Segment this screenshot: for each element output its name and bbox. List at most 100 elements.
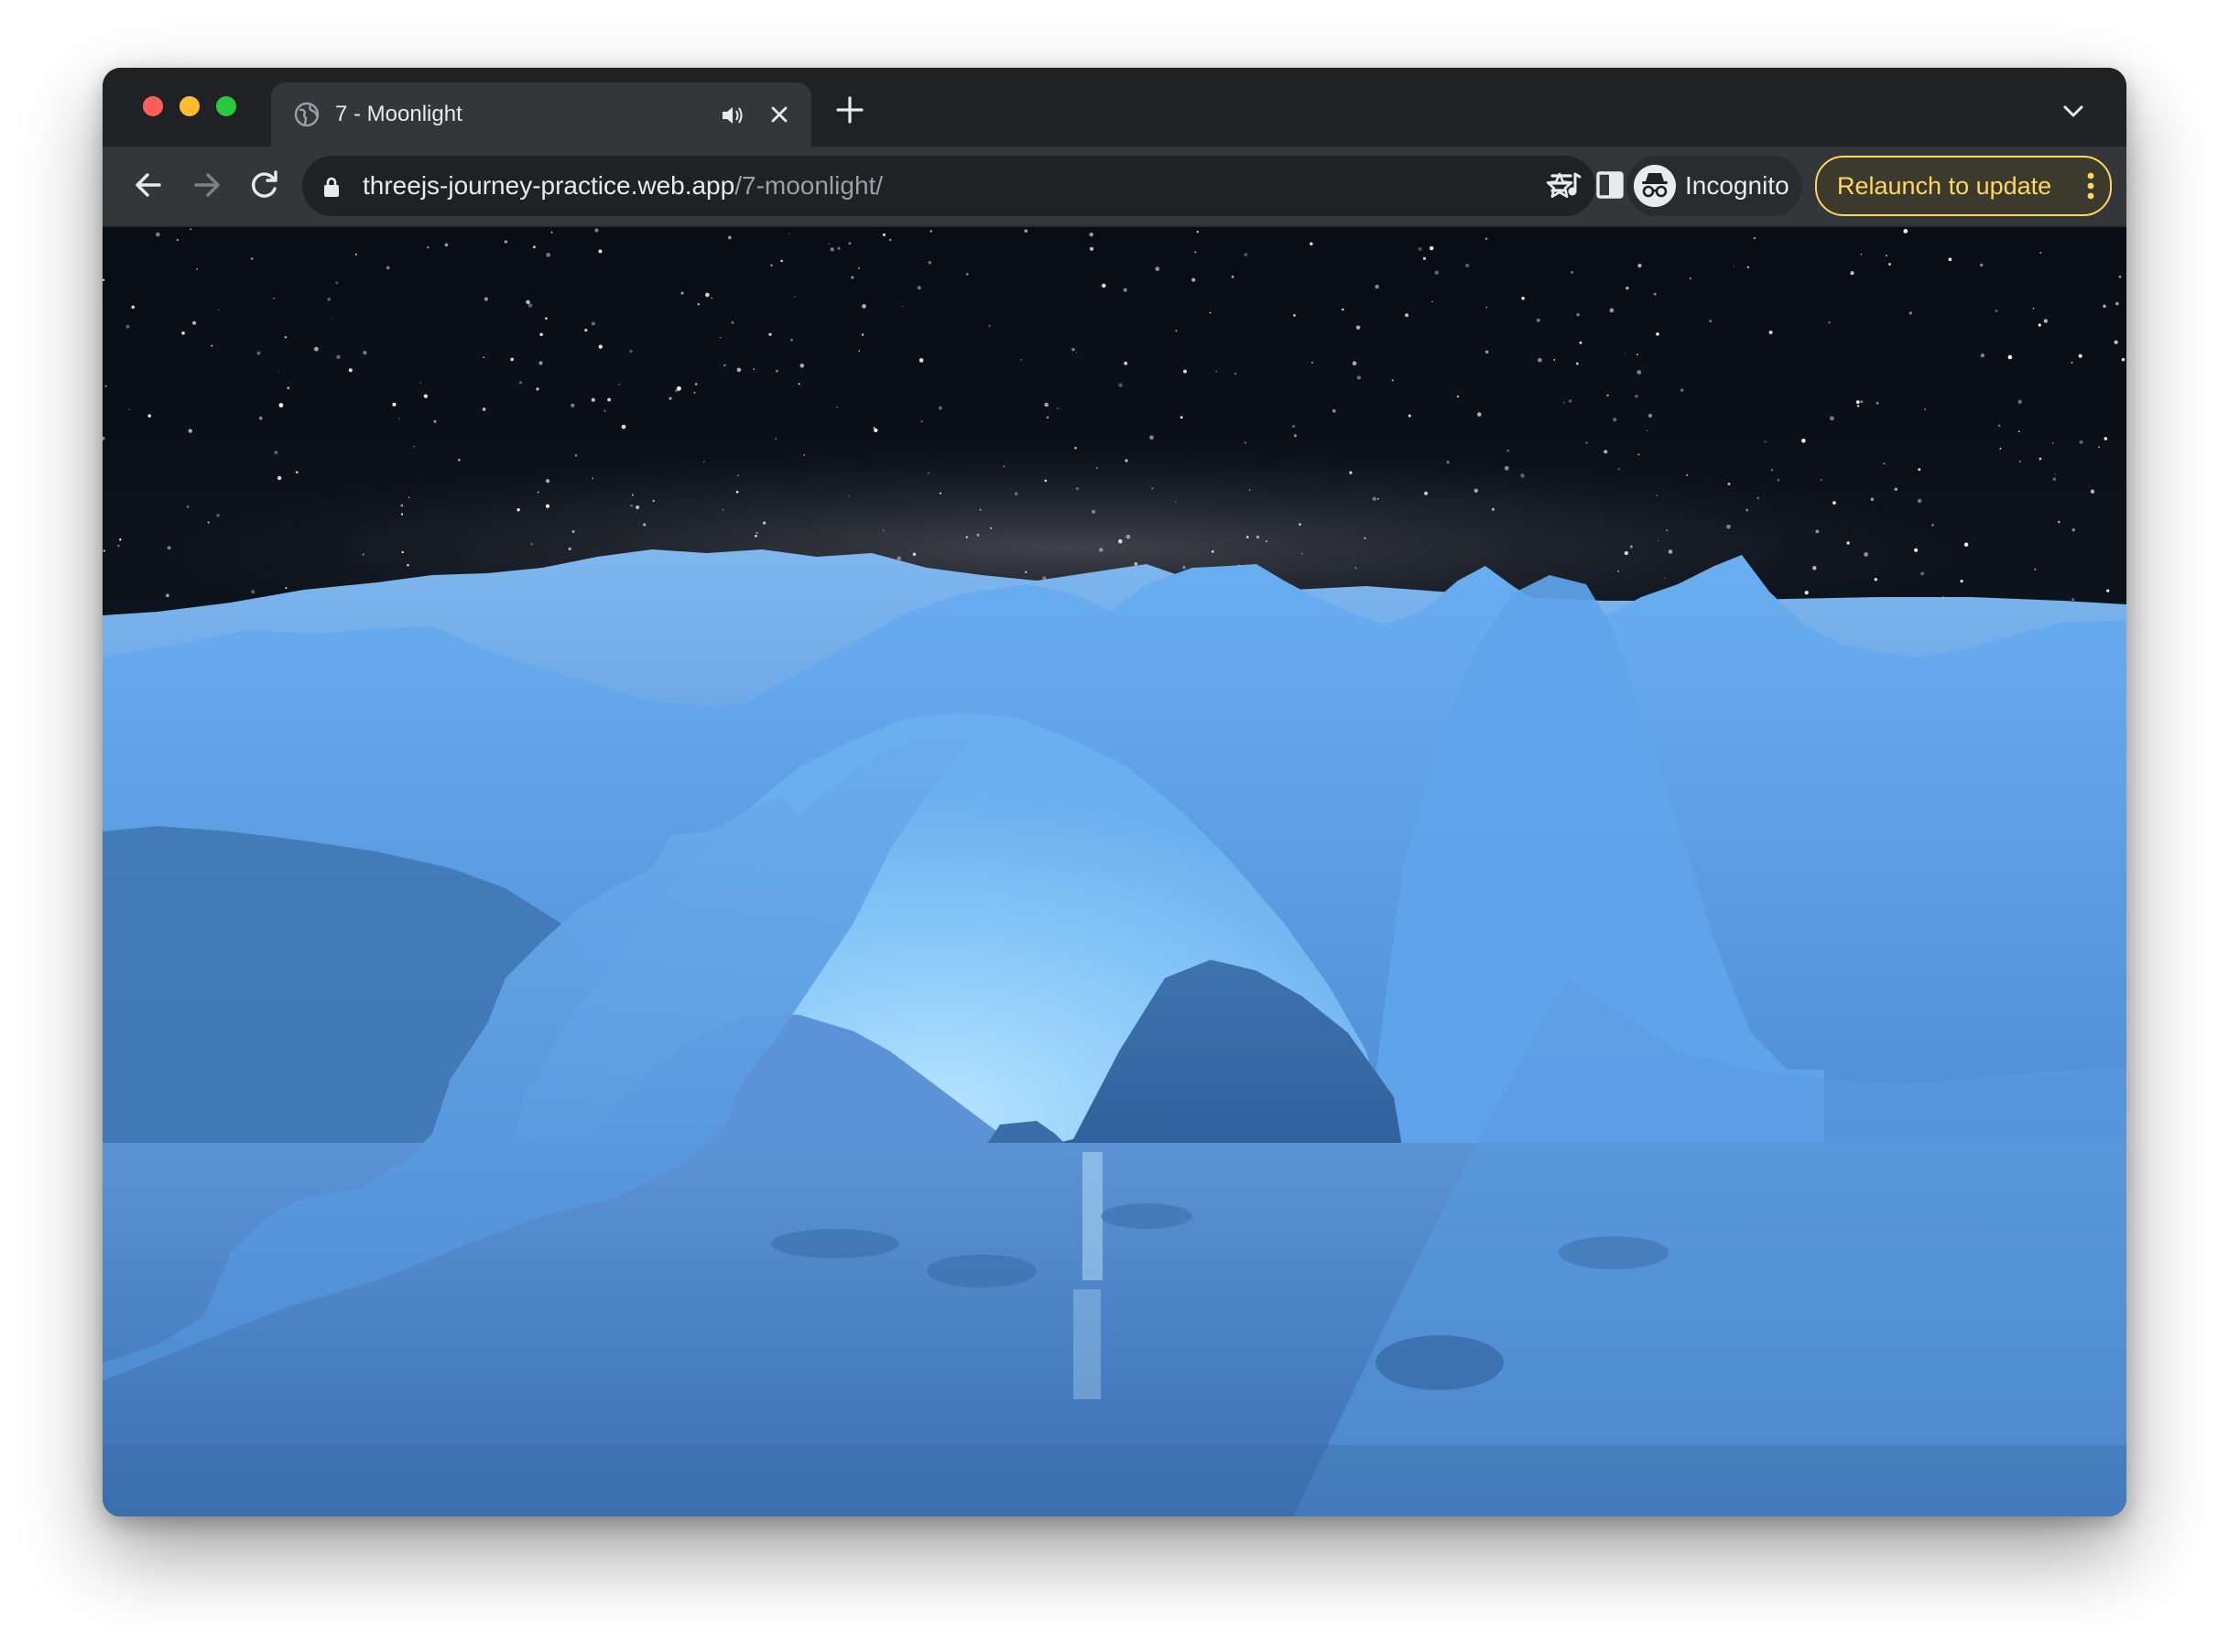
star: [2118, 275, 2122, 278]
star: [125, 324, 130, 329]
rock: [771, 1229, 899, 1258]
star: [207, 521, 210, 524]
webgl-viewport[interactable]: [103, 227, 2126, 1516]
star: [652, 499, 655, 503]
star: [1124, 361, 1128, 365]
star: [1196, 230, 1199, 234]
star: [2071, 361, 2073, 364]
star: [976, 533, 980, 537]
star: [919, 358, 924, 363]
media-control-icon[interactable]: [1548, 167, 1584, 203]
star: [1151, 486, 1154, 490]
star: [1917, 498, 1922, 504]
star: [762, 521, 767, 525]
close-window-button[interactable]: [143, 96, 163, 116]
star: [1473, 488, 1479, 494]
star: [1123, 288, 1127, 292]
star: [1491, 507, 1495, 511]
star: [518, 381, 523, 385]
chevron-down-icon[interactable]: [2060, 99, 2086, 125]
moonlight-scene-canvas[interactable]: [103, 227, 2126, 1516]
star: [1538, 357, 1542, 363]
star: [2071, 598, 2075, 602]
star: [848, 242, 852, 245]
minimize-window-button[interactable]: [179, 96, 200, 116]
reload-icon[interactable]: [245, 167, 282, 203]
star: [930, 230, 932, 233]
star: [354, 253, 357, 255]
star: [897, 556, 901, 560]
star: [1209, 311, 1212, 314]
more-menu-icon[interactable]: [2086, 172, 2095, 200]
star: [1980, 353, 1985, 358]
star: [1125, 459, 1128, 462]
star: [731, 321, 734, 324]
star: [594, 228, 599, 233]
star: [1046, 416, 1049, 419]
star: [1391, 379, 1394, 382]
star: [1520, 473, 1525, 478]
lock-icon[interactable]: [322, 176, 341, 198]
star: [1568, 399, 1572, 403]
star: [1377, 497, 1379, 500]
star: [274, 451, 278, 455]
star: [407, 563, 409, 567]
rock: [1101, 1203, 1192, 1229]
star: [482, 408, 486, 411]
url-text[interactable]: threejs-journey-practice.web.app/7-moonl…: [363, 170, 883, 201]
star: [1563, 401, 1565, 404]
star: [1764, 440, 1767, 443]
arrow-right-icon[interactable]: [189, 167, 225, 203]
plus-icon[interactable]: [835, 95, 864, 125]
incognito-icon: [1634, 165, 1676, 207]
arrow-left-icon[interactable]: [130, 167, 167, 203]
tab-strip: 7 - Moonlight: [103, 68, 2126, 147]
speaker-icon[interactable]: [720, 103, 745, 128]
star: [1997, 424, 2001, 428]
star: [1464, 263, 1470, 268]
star: [256, 351, 261, 355]
star: [1310, 362, 1313, 364]
star: [2007, 354, 2013, 360]
star: [1948, 257, 1952, 262]
star: [1484, 237, 1488, 241]
star: [2039, 457, 2042, 461]
star: [336, 354, 341, 360]
star: [990, 527, 993, 529]
relaunch-to-update-button[interactable]: Relaunch to update: [1815, 156, 2112, 216]
star: [2054, 473, 2056, 475]
browser-window: 7 - Moonlight threejs-journey-practice.w…: [103, 68, 2126, 1516]
close-icon[interactable]: [766, 101, 793, 128]
star: [546, 253, 551, 257]
star: [723, 364, 726, 367]
star: [1653, 292, 1657, 296]
star: [1846, 541, 1850, 545]
star: [119, 538, 122, 541]
star: [188, 429, 193, 433]
star: [1637, 453, 1640, 456]
star: [1155, 266, 1160, 271]
star: [1076, 352, 1078, 353]
star: [621, 424, 626, 429]
star: [727, 235, 732, 240]
star: [1820, 479, 1822, 481]
side-panel-icon[interactable]: [1592, 167, 1628, 203]
star: [1860, 254, 1863, 255]
desktop-background: 7 - Moonlight threejs-journey-practice.w…: [0, 0, 2229, 1652]
star: [128, 408, 130, 410]
star: [131, 305, 135, 310]
star: [2071, 528, 2075, 532]
star: [1606, 394, 1609, 397]
star: [735, 490, 739, 494]
star: [1576, 312, 1580, 317]
star: [196, 268, 198, 270]
star: [1613, 418, 1617, 422]
star: [1585, 441, 1588, 444]
star: [2104, 437, 2108, 440]
profile-button[interactable]: Incognito: [1626, 156, 1802, 216]
address-bar[interactable]: threejs-journey-practice.web.app/7-moonl…: [302, 156, 1595, 216]
tab-moonlight[interactable]: 7 - Moonlight: [271, 82, 811, 147]
relaunch-label: Relaunch to update: [1837, 172, 2052, 200]
zoom-window-button[interactable]: [216, 96, 236, 116]
star: [1215, 370, 1218, 373]
